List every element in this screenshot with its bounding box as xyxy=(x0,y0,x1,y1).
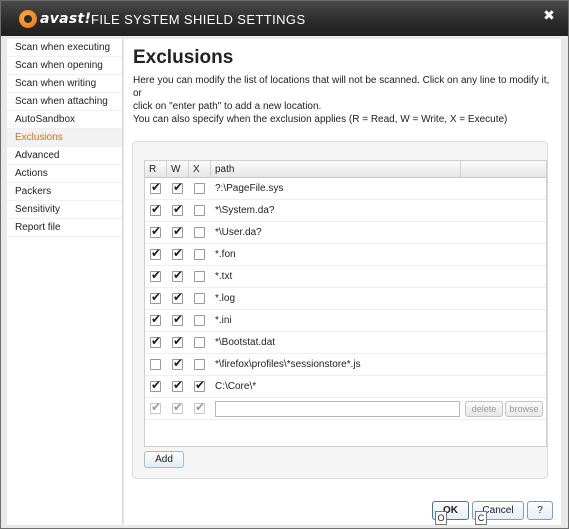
column-header-r[interactable]: R xyxy=(145,161,167,178)
avast-logo-icon xyxy=(19,10,37,28)
column-header-path[interactable]: path xyxy=(211,161,461,178)
exclusion-path[interactable]: ?:\PageFile.sys xyxy=(215,178,283,200)
write-checkbox[interactable] xyxy=(172,312,183,326)
read-checkbox[interactable] xyxy=(150,290,161,304)
table-row[interactable]: *.fon xyxy=(145,244,546,266)
sidebar: Scan when executing Scan when opening Sc… xyxy=(7,39,123,525)
execute-checkbox[interactable] xyxy=(194,359,205,370)
exclusions-table: R W X path ?:\PageFile.sys*\System.da?*\… xyxy=(144,160,547,447)
read-checkbox[interactable] xyxy=(150,378,161,392)
write-checkbox[interactable] xyxy=(172,180,183,194)
execute-checkbox[interactable] xyxy=(194,183,205,194)
exclusion-path[interactable]: *\firefox\profiles\*sessionstore*.js xyxy=(215,354,361,376)
write-checkbox[interactable] xyxy=(172,378,183,392)
help-button[interactable]: ? xyxy=(527,501,553,520)
table-row[interactable]: *\firefox\profiles\*sessionstore*.js xyxy=(145,354,546,376)
sidebar-item-advanced[interactable]: Advanced xyxy=(7,147,122,165)
title-bar[interactable]: avast! FILE SYSTEM SHIELD SETTINGS ✖ xyxy=(1,1,568,36)
table-row[interactable]: *\User.da? xyxy=(145,222,546,244)
write-checkbox[interactable] xyxy=(172,246,183,260)
page-title: Exclusions xyxy=(133,47,234,68)
exclusion-path[interactable]: *.log xyxy=(215,288,235,310)
window-title: FILE SYSTEM SHIELD SETTINGS xyxy=(91,12,306,27)
read-checkbox[interactable] xyxy=(150,359,161,370)
exclusions-panel: R W X path ?:\PageFile.sys*\System.da?*\… xyxy=(132,141,548,479)
sidebar-item-exclusions[interactable]: Exclusions xyxy=(7,129,122,147)
sidebar-item-autosandbox[interactable]: AutoSandbox xyxy=(7,111,122,129)
read-checkbox[interactable] xyxy=(150,202,161,216)
table-row[interactable]: C:\Core\* xyxy=(145,376,546,398)
read-checkbox[interactable] xyxy=(150,312,161,326)
new-execute-checkbox[interactable] xyxy=(194,400,205,414)
settings-window: avast! FILE SYSTEM SHIELD SETTINGS ✖ Sca… xyxy=(0,0,569,529)
read-checkbox[interactable] xyxy=(150,224,161,238)
write-checkbox[interactable] xyxy=(172,224,183,238)
write-checkbox[interactable] xyxy=(172,334,183,348)
table-row[interactable]: *.txt xyxy=(145,266,546,288)
page-description: Here you can modify the list of location… xyxy=(133,74,558,126)
logo-text: avast! xyxy=(40,11,92,27)
execute-checkbox[interactable] xyxy=(194,315,205,326)
new-write-checkbox[interactable] xyxy=(172,400,183,414)
execute-checkbox[interactable] xyxy=(194,337,205,348)
sidebar-item-report-file[interactable]: Report file xyxy=(7,219,122,237)
table-row[interactable]: *.ini xyxy=(145,310,546,332)
read-checkbox[interactable] xyxy=(150,180,161,194)
sidebar-item-actions[interactable]: Actions xyxy=(7,165,122,183)
close-icon[interactable]: ✖ xyxy=(540,6,558,24)
write-checkbox[interactable] xyxy=(172,268,183,282)
execute-checkbox[interactable] xyxy=(194,249,205,260)
execute-checkbox[interactable] xyxy=(194,227,205,238)
description-line-1: Here you can modify the list of location… xyxy=(133,75,550,99)
exclusion-path[interactable]: C:\Core\* xyxy=(215,376,256,398)
exclusion-path[interactable]: *\System.da? xyxy=(215,200,274,222)
main-content: Exclusions Here you can modify the list … xyxy=(124,39,561,525)
sidebar-item-scan-when-writing[interactable]: Scan when writing xyxy=(7,75,122,93)
add-button[interactable]: Add xyxy=(144,451,184,468)
sidebar-item-packers[interactable]: Packers xyxy=(7,183,122,201)
exclusion-path[interactable]: *.txt xyxy=(215,266,232,288)
column-header-x[interactable]: X xyxy=(189,161,211,178)
avast-logo: avast! xyxy=(19,9,91,29)
write-checkbox[interactable] xyxy=(172,290,183,304)
new-exclusion-row: delete browse xyxy=(145,398,546,420)
new-read-checkbox[interactable] xyxy=(150,400,161,414)
exclusion-path[interactable]: *.fon xyxy=(215,244,236,266)
read-checkbox[interactable] xyxy=(150,268,161,282)
table-row[interactable]: *\System.da? xyxy=(145,200,546,222)
execute-checkbox[interactable] xyxy=(194,205,205,216)
execute-checkbox[interactable] xyxy=(194,293,205,304)
write-checkbox[interactable] xyxy=(172,356,183,370)
exclusion-path[interactable]: *\User.da? xyxy=(215,222,262,244)
column-header-w[interactable]: W xyxy=(167,161,189,178)
sidebar-item-scan-when-executing[interactable]: Scan when executing xyxy=(7,39,122,57)
table-row[interactable]: *.log xyxy=(145,288,546,310)
ime-candidate-box-left: O xyxy=(435,511,447,525)
read-checkbox[interactable] xyxy=(150,334,161,348)
sidebar-item-scan-when-opening[interactable]: Scan when opening xyxy=(7,57,122,75)
table-row[interactable]: ?:\PageFile.sys xyxy=(145,178,546,200)
write-checkbox[interactable] xyxy=(172,202,183,216)
description-line-2: click on "enter path" to add a new locat… xyxy=(133,101,322,112)
browse-button[interactable]: browse xyxy=(505,401,543,417)
delete-button[interactable]: delete xyxy=(465,401,503,417)
column-header-blank xyxy=(461,161,546,178)
enter-path-input[interactable] xyxy=(215,401,460,417)
table-row[interactable]: *\Bootstat.dat xyxy=(145,332,546,354)
sidebar-item-scan-when-attaching[interactable]: Scan when attaching xyxy=(7,93,122,111)
exclusion-path[interactable]: *\Bootstat.dat xyxy=(215,332,275,354)
execute-checkbox[interactable] xyxy=(194,378,205,392)
read-checkbox[interactable] xyxy=(150,246,161,260)
sidebar-item-sensitivity[interactable]: Sensitivity xyxy=(7,201,122,219)
ime-candidate-box-right: C xyxy=(475,511,487,525)
table-header: R W X path xyxy=(145,161,546,178)
exclusion-path[interactable]: *.ini xyxy=(215,310,232,332)
execute-checkbox[interactable] xyxy=(194,271,205,282)
description-line-3: You can also specify when the exclusion … xyxy=(133,114,508,125)
